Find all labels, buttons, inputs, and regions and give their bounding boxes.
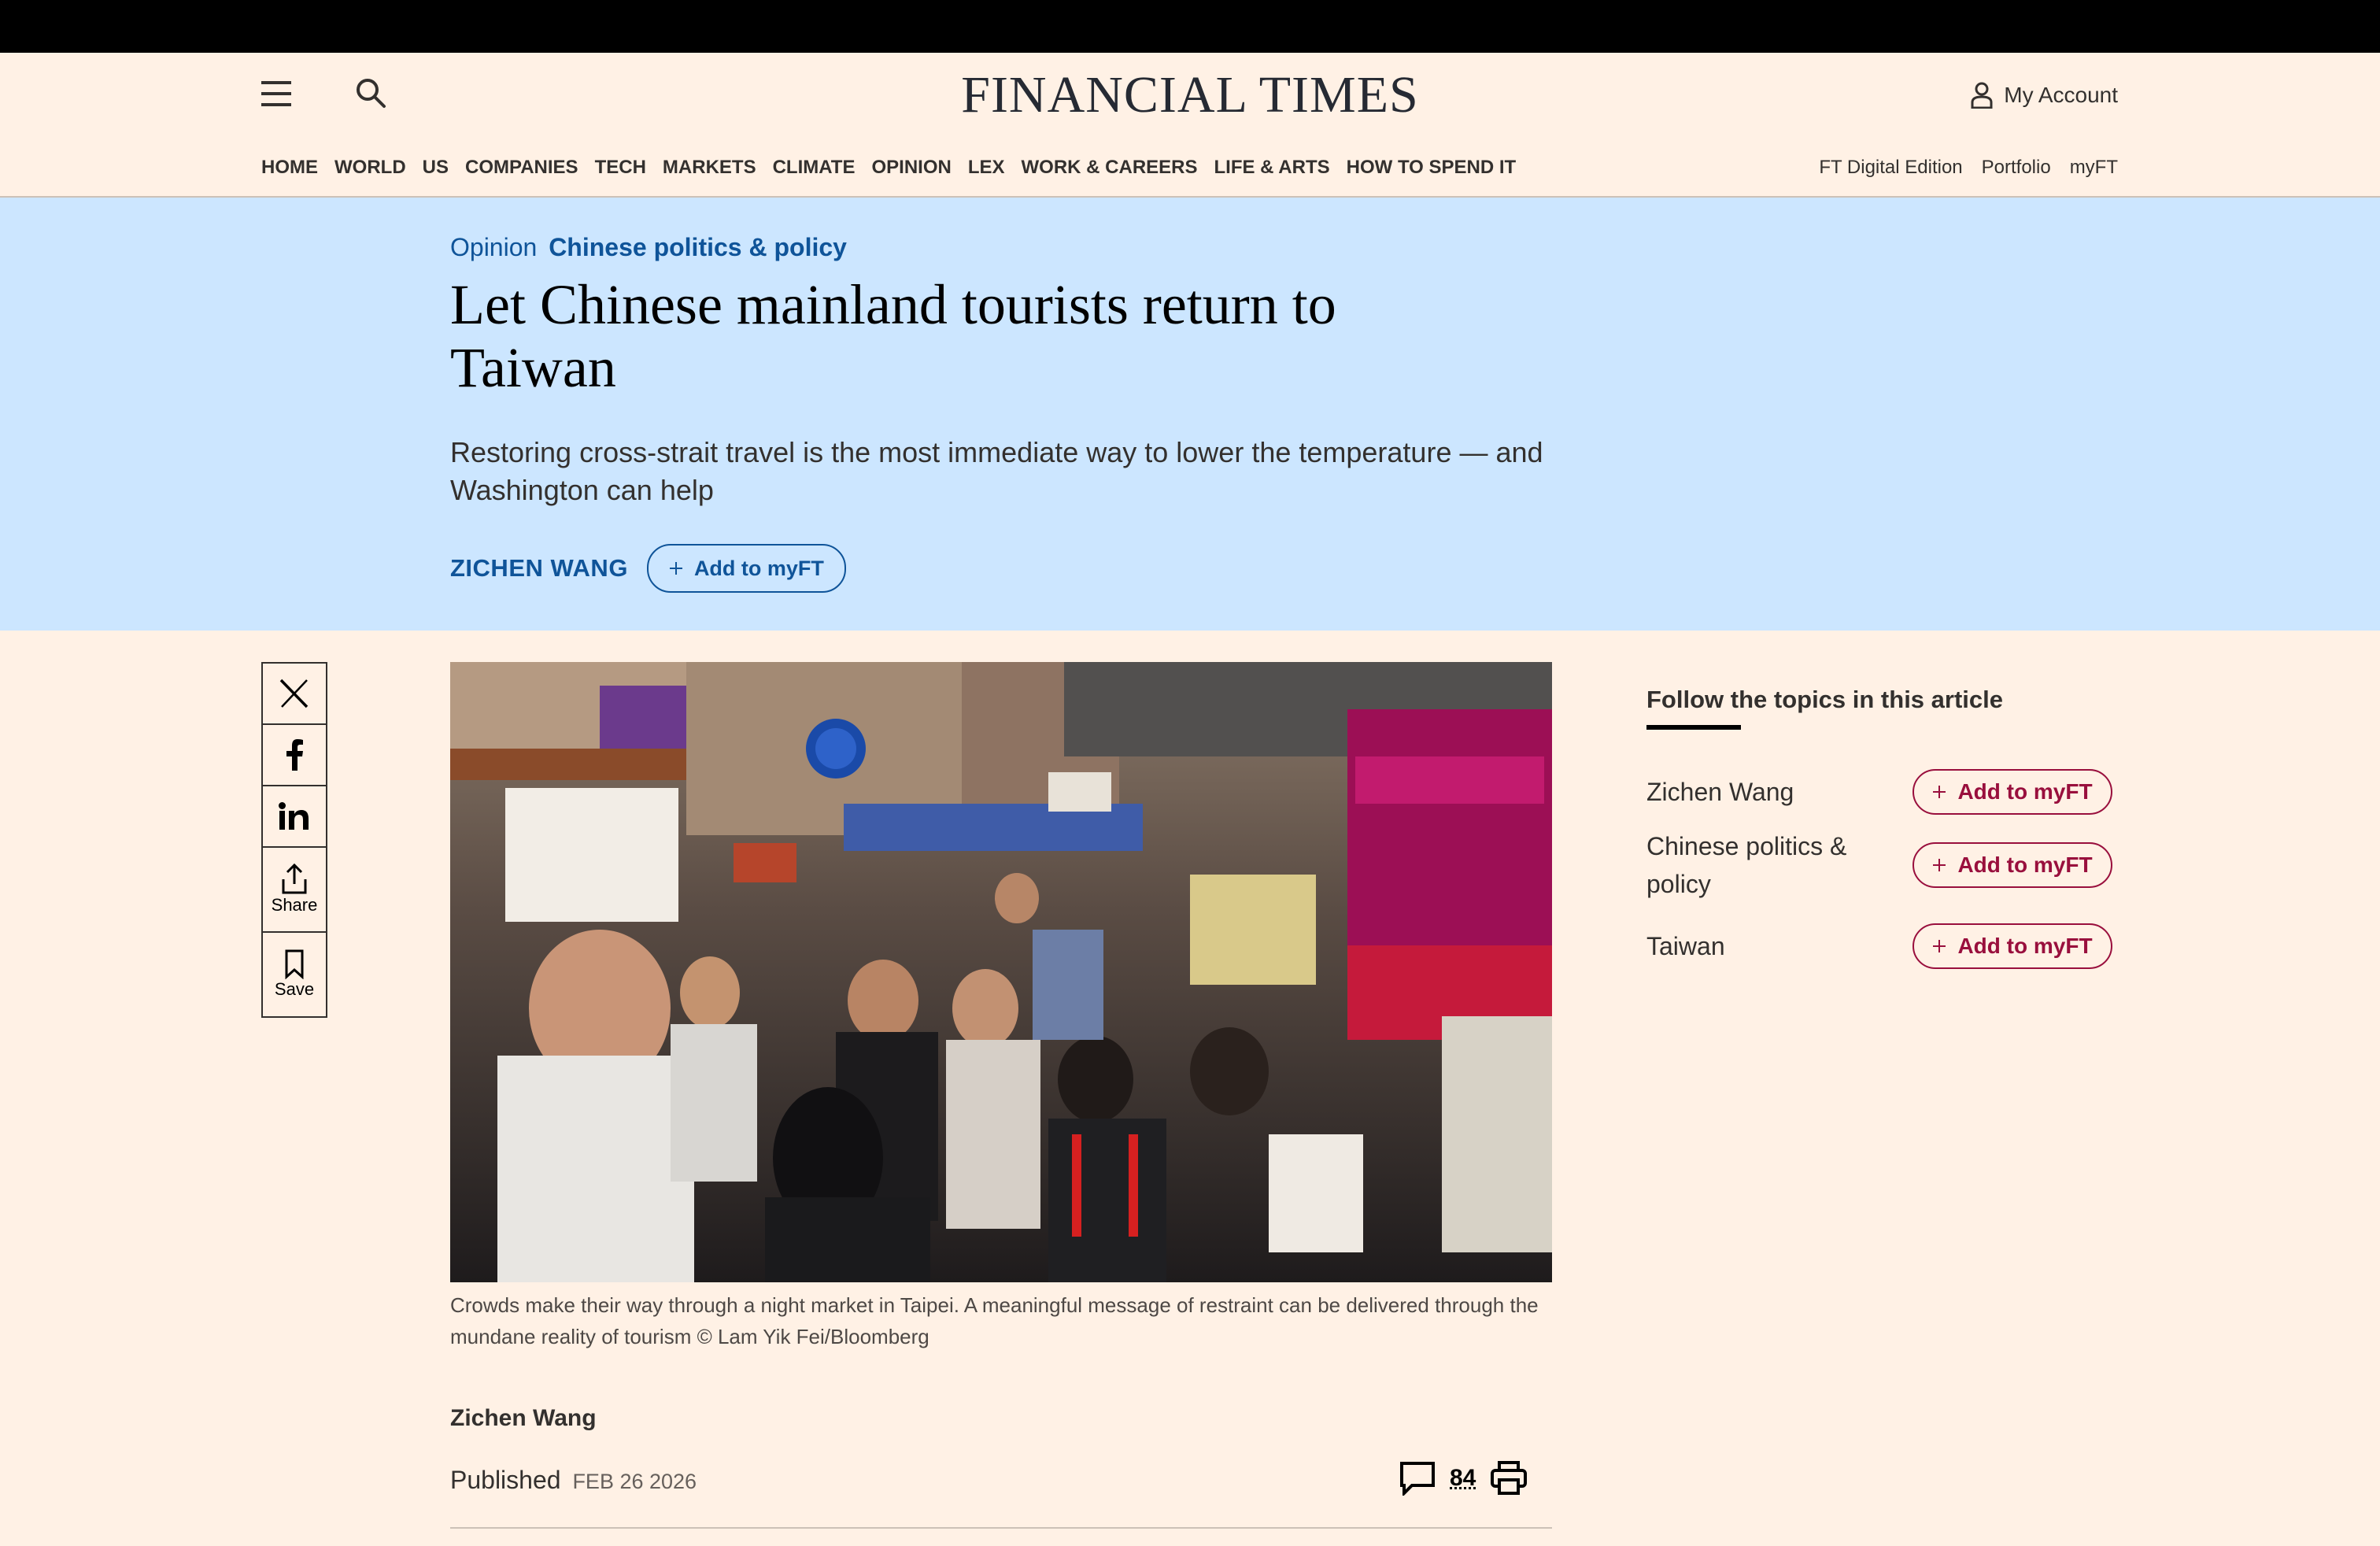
site-header: FINANCIAL TIMES My Account: [0, 53, 2380, 141]
print-icon[interactable]: [1490, 1461, 1528, 1496]
add-author-to-myft-button[interactable]: Add to myFT: [646, 544, 846, 593]
plus-icon: [669, 562, 682, 575]
share-x-button[interactable]: [263, 664, 326, 725]
nav-item-markets[interactable]: MARKETS: [663, 157, 756, 179]
nav-item-how-to-spend-it[interactable]: HOW TO SPEND IT: [1347, 157, 1517, 179]
night-market-photo: [450, 662, 1552, 1282]
share-toolbar: Share Save: [261, 662, 327, 1018]
published-label: Published: [450, 1466, 561, 1494]
share-facebook-button[interactable]: [263, 725, 326, 786]
x-icon: [279, 679, 309, 708]
linkedin-icon: [279, 802, 309, 830]
plus-icon: [1933, 859, 1946, 871]
share-label: Share: [271, 895, 318, 915]
nav-item-world[interactable]: WORLD: [334, 157, 406, 179]
facebook-icon: [286, 739, 303, 771]
author-link[interactable]: ZICHEN WANG: [450, 554, 628, 583]
plus-icon: [1933, 940, 1946, 952]
follow-topics-panel: Follow the topics in this article Zichen…: [1646, 686, 2112, 969]
article-tools: 84: [1399, 1461, 1528, 1496]
topic-row: Zichen Wang Add to myFT: [1646, 769, 2112, 815]
nav-item-us[interactable]: US: [423, 157, 449, 179]
article-standfirst: Restoring cross-strait travel is the mos…: [450, 436, 1543, 506]
image-caption: Crowds make their way through a night ma…: [450, 1293, 1539, 1348]
byline-row: ZICHEN WANG Add to myFT: [450, 544, 846, 593]
follow-topics-title: Follow the topics in this article: [1646, 686, 2003, 713]
add-topic-to-myft-button[interactable]: Add to myFT: [1913, 842, 2112, 888]
author-name[interactable]: Zichen Wang: [450, 1405, 597, 1432]
nav-item-opinion[interactable]: OPINION: [871, 157, 951, 179]
share-linkedin-button[interactable]: [263, 786, 326, 848]
my-account-link[interactable]: My Account: [1971, 80, 2118, 111]
comment-count[interactable]: 84: [1450, 1465, 1476, 1492]
menu-icon[interactable]: [261, 80, 291, 108]
nav-item-life-arts[interactable]: LIFE & ARTS: [1214, 157, 1330, 179]
add-to-myft-label: Add to myFT: [1957, 934, 2093, 958]
my-account-label: My Account: [2004, 83, 2118, 107]
topic-name[interactable]: Zichen Wang: [1646, 773, 1875, 811]
top-black-bar: [0, 0, 2380, 53]
nav-myft[interactable]: myFT: [2070, 157, 2118, 179]
topic-name[interactable]: Taiwan: [1646, 927, 1875, 965]
ft-logo[interactable]: FINANCIAL TIMES: [944, 65, 1436, 125]
search-icon[interactable]: [354, 76, 387, 109]
topic-row: Taiwan Add to myFT: [1646, 923, 2112, 969]
follow-title-underline: [1646, 725, 1741, 730]
nav-item-companies[interactable]: COMPANIES: [465, 157, 578, 179]
plus-icon: [1933, 786, 1946, 798]
nav-item-lex[interactable]: LEX: [968, 157, 1005, 179]
add-topic-to-myft-button[interactable]: Add to myFT: [1913, 769, 2112, 815]
nav-item-climate[interactable]: CLIMATE: [773, 157, 856, 179]
topic-name[interactable]: Chinese politics & policy: [1646, 827, 1875, 903]
add-topic-to-myft-button[interactable]: Add to myFT: [1913, 923, 2112, 969]
add-to-myft-label: Add to myFT: [1957, 853, 2093, 877]
comment-icon[interactable]: [1399, 1461, 1436, 1496]
article-kicker: Opinion Chinese politics & policy: [450, 233, 847, 262]
topic-row: Chinese politics & policy Add to myFT: [1646, 827, 2112, 903]
article-main-image: [450, 662, 1552, 1282]
user-icon: [1971, 82, 1993, 109]
nav-item-tech[interactable]: TECH: [595, 157, 646, 179]
article-headline: Let Chinese mainland tourists return to …: [450, 273, 1336, 399]
save-label: Save: [274, 979, 315, 999]
article-divider: [450, 1527, 1552, 1529]
save-button[interactable]: Save: [263, 933, 326, 1016]
add-to-myft-label: Add to myFT: [693, 556, 824, 580]
nav-item-work-careers[interactable]: WORK & CAREERS: [1022, 157, 1198, 179]
share-button[interactable]: Share: [263, 848, 326, 933]
kicker-section-link[interactable]: Opinion: [450, 233, 537, 261]
nav-item-home[interactable]: HOME: [261, 157, 318, 179]
bookmark-icon: [285, 949, 304, 979]
add-to-myft-label: Add to myFT: [1957, 779, 2093, 804]
article-hero: Opinion Chinese politics & policy Let Ch…: [0, 198, 2380, 631]
published-date: FEB 26 2026: [572, 1470, 697, 1493]
main-navigation: HOME WORLD US COMPANIES TECH MARKETS CLI…: [0, 139, 2380, 198]
kicker-topic-link[interactable]: Chinese politics & policy: [549, 233, 847, 261]
nav-ft-digital-edition[interactable]: FT Digital Edition: [1819, 157, 1962, 179]
nav-portfolio[interactable]: Portfolio: [1982, 157, 2051, 179]
share-icon: [282, 864, 307, 894]
published-line: Published FEB 26 2026: [450, 1466, 697, 1495]
